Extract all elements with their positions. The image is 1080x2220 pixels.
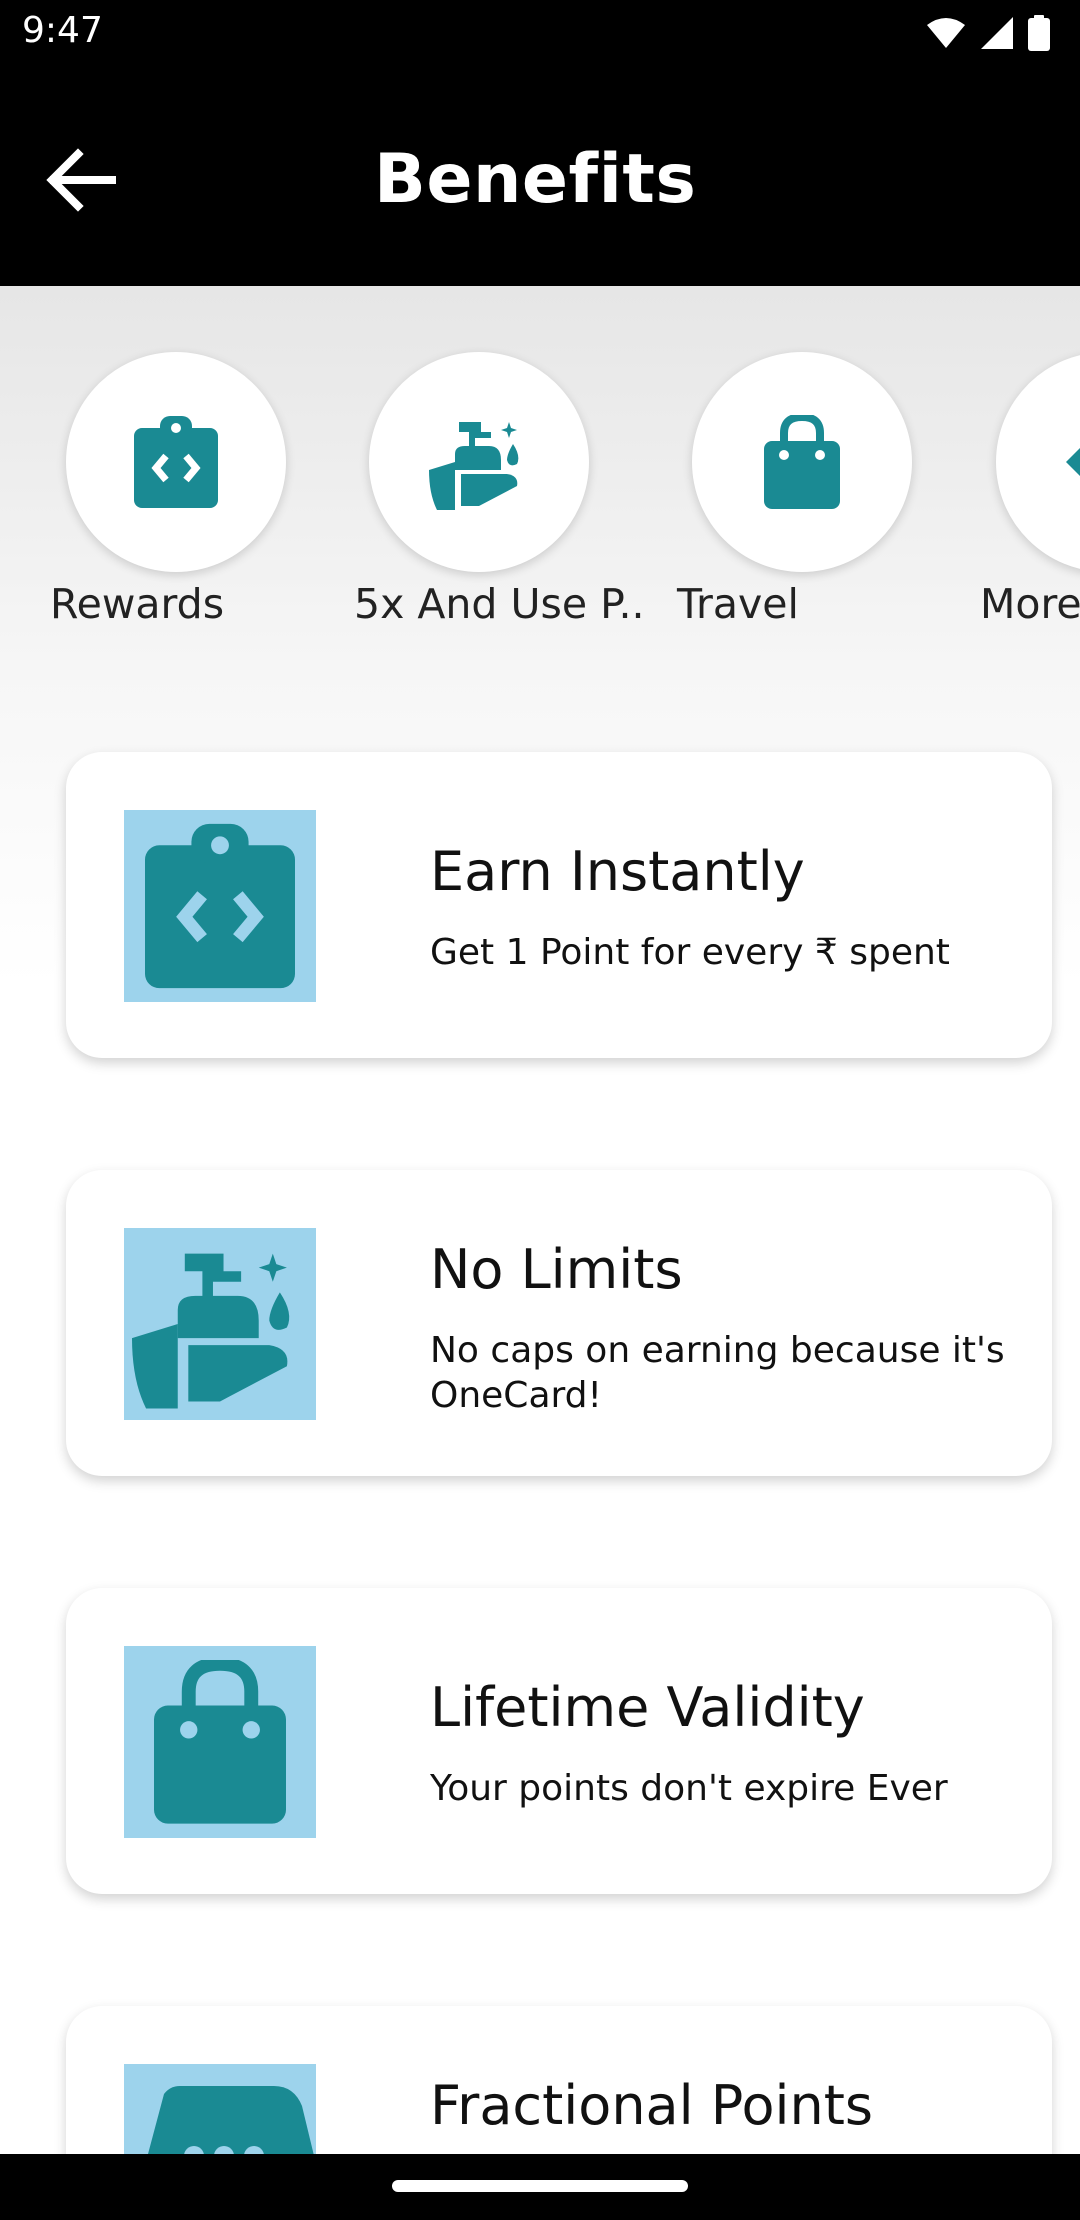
hand-wash-icon [429, 422, 519, 510]
diamond-icon [1066, 448, 1080, 476]
benefit-card[interactable]: Lifetime Validity Your points don't expi… [66, 1588, 1052, 1894]
status-time: 9:47 [22, 10, 103, 51]
card-icon-box [124, 810, 316, 1002]
tag-icon [148, 2086, 314, 2154]
benefits-content[interactable]: Rewards 5x And Use P.. Travel More Earn … [0, 286, 1080, 2154]
category-carousel[interactable]: Rewards 5x And Use P.. Travel More [0, 352, 1080, 628]
card-icon-box [124, 2064, 316, 2154]
category-circle[interactable] [66, 352, 286, 572]
arrow-back-icon [46, 148, 116, 212]
category-circle[interactable] [996, 352, 1080, 572]
status-icons [926, 14, 1050, 52]
card-title: No Limits [430, 1238, 683, 1301]
card-icon-box [124, 1646, 316, 1838]
hand-wash-icon [132, 1253, 290, 1409]
navigation-bar [0, 2154, 1080, 2220]
card-icon-box [124, 1228, 316, 1420]
app-bar: Benefits [0, 64, 1080, 286]
back-button[interactable] [30, 130, 130, 230]
card-subtitle: Your points don't expire Ever [430, 1768, 948, 1809]
category-label: Rewards [50, 580, 225, 628]
clipboard-code-icon [134, 416, 218, 508]
card-title: Lifetime Validity [430, 1676, 865, 1739]
home-gesture-handle[interactable] [392, 2180, 688, 2192]
category-circle[interactable] [369, 352, 589, 572]
card-subtitle: No caps on earning because it's OneCard! [430, 1330, 1005, 1416]
card-title: Earn Instantly [430, 840, 805, 903]
wifi-icon [927, 18, 965, 48]
category-label: Travel [677, 580, 799, 628]
signal-icon [981, 17, 1013, 49]
status-bar: 9:47 [0, 0, 1080, 64]
shopping-bag-icon [764, 415, 840, 509]
page-title: Benefits [374, 140, 697, 219]
clipboard-code-icon [145, 823, 295, 989]
category-circle[interactable] [692, 352, 912, 572]
benefit-card[interactable]: Earn Instantly Get 1 Point for every ₹ s… [66, 752, 1052, 1058]
benefit-card[interactable]: No Limits No caps on earning because it'… [66, 1170, 1052, 1476]
card-subtitle: Get 1 Point for every ₹ spent [430, 932, 950, 973]
shopping-bag-icon [154, 1660, 286, 1824]
benefit-card[interactable]: Fractional Points [66, 2006, 1052, 2154]
card-title: Fractional Points [430, 2074, 874, 2137]
category-label: More [980, 580, 1080, 628]
battery-icon [1028, 15, 1050, 51]
category-label: 5x And Use P.. [354, 580, 645, 628]
